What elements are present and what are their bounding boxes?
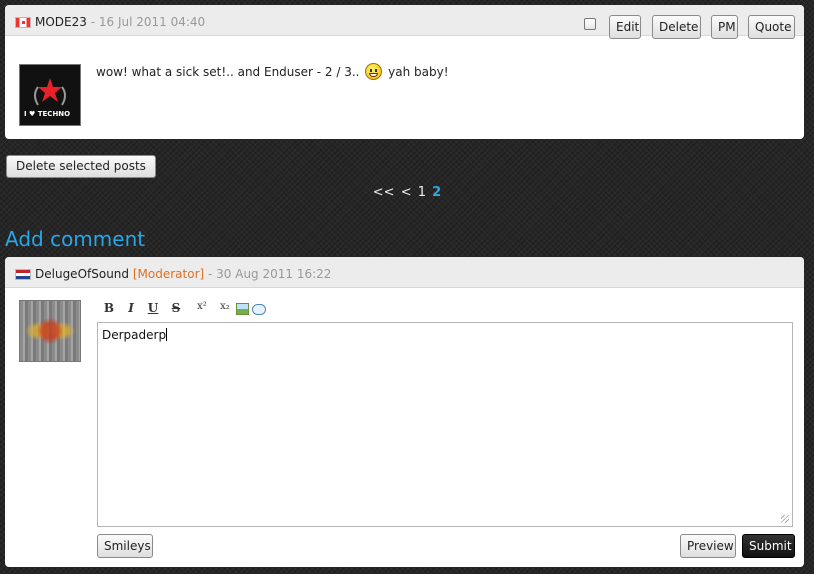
netherlands-flag-icon	[15, 269, 31, 280]
laughing-smiley-icon	[365, 63, 383, 80]
post-header: MODE23 - 16 Jul 2011 04:40 Edit Delete P…	[5, 5, 804, 39]
current-page: 2	[432, 185, 442, 200]
prev-page-link[interactable]: <	[401, 185, 412, 200]
page-link-1[interactable]: 1	[418, 185, 426, 200]
delete-button[interactable]: Delete	[652, 15, 701, 39]
add-comment-heading: Add comment	[5, 227, 146, 251]
avatar-logo-text: I ♥ TECHNO	[24, 110, 71, 118]
commenter-avatar[interactable]	[19, 300, 81, 362]
submit-button[interactable]: Submit	[742, 534, 795, 558]
first-page-link[interactable]: <<	[373, 185, 395, 200]
preview-button[interactable]: Preview	[680, 534, 736, 558]
post-date: - 16 Jul 2011 04:40	[90, 15, 206, 29]
smileys-button[interactable]: Smileys	[97, 534, 153, 558]
pagination: << < 1 2	[0, 185, 814, 200]
post-text-end: yah baby!	[388, 65, 449, 79]
insert-image-icon[interactable]	[236, 303, 249, 315]
comment-header: DelugeOfSound [Moderator] - 30 Aug 2011 …	[5, 257, 804, 288]
quote-button[interactable]: Quote	[748, 15, 795, 39]
avatar[interactable]: I ♥ TECHNO	[19, 64, 81, 126]
superscript-button[interactable]: x²	[193, 301, 211, 317]
underline-button[interactable]: U	[146, 301, 160, 317]
comment-textarea-value: Derpaderp	[102, 328, 167, 342]
insert-quote-icon[interactable]	[252, 304, 266, 315]
post-author[interactable]: MODE23 - 16 Jul 2011 04:40	[35, 15, 205, 29]
resize-grip-icon[interactable]	[781, 515, 789, 523]
canada-flag-icon	[15, 17, 31, 28]
text-caret	[166, 328, 168, 341]
pm-button[interactable]: PM	[711, 15, 738, 39]
select-post-checkbox[interactable]	[584, 18, 596, 30]
post-body: wow! what a sick set!.. and Enduser - 2 …	[96, 63, 449, 80]
comment-date: - 30 Aug 2011 16:22	[208, 267, 332, 281]
post-card: MODE23 - 16 Jul 2011 04:40 Edit Delete P…	[5, 5, 804, 139]
subscript-button[interactable]: x₂	[216, 301, 234, 317]
comment-author-name[interactable]: DelugeOfSound	[35, 267, 129, 281]
italic-button[interactable]: I	[124, 301, 138, 317]
strikethrough-button[interactable]: S	[169, 301, 183, 317]
comment-author: DelugeOfSound [Moderator] - 30 Aug 2011 …	[35, 267, 331, 281]
moderator-badge: [Moderator]	[132, 267, 205, 281]
comment-textarea[interactable]: Derpaderp	[97, 322, 793, 527]
edit-button[interactable]: Edit	[609, 15, 641, 39]
bold-button[interactable]: B	[102, 301, 116, 317]
post-text-start: wow! what a sick set!.. and Enduser - 2 …	[96, 65, 360, 79]
delete-selected-posts-button[interactable]: Delete selected posts	[6, 155, 156, 178]
